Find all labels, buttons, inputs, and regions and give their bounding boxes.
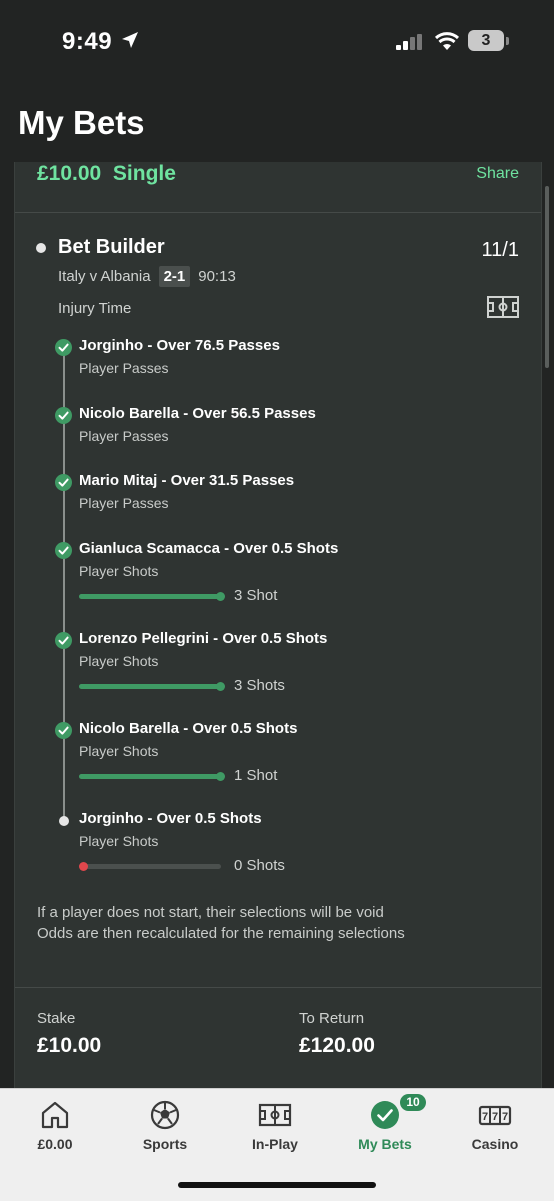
- progress-marker: [216, 772, 225, 781]
- status-bar: 9:49 3: [0, 0, 554, 80]
- bet-stake-type: £10.00 Single: [37, 162, 176, 185]
- tab-label: My Bets: [358, 1136, 412, 1152]
- status-dot-icon: [36, 243, 46, 253]
- progress-bar: [79, 682, 225, 691]
- battery-nub: [506, 37, 509, 45]
- match-clock: 90:13: [198, 268, 236, 285]
- selection-name: Jorginho - Over 0.5 Shots: [79, 810, 262, 827]
- progress-fill: [79, 774, 221, 779]
- selection-market: Player Shots: [79, 833, 159, 849]
- tab-sports[interactable]: Sports: [110, 1089, 220, 1165]
- pending-dot-icon: [59, 816, 69, 826]
- pitch-icon: [258, 1103, 292, 1127]
- tab-label: £0.00: [37, 1136, 73, 1152]
- scrollbar[interactable]: [545, 186, 549, 368]
- tab-casino[interactable]: 7 7 7 Casino: [440, 1089, 550, 1165]
- bet-card-header: £10.00 Single Share: [15, 162, 541, 213]
- check-icon: [55, 632, 72, 649]
- check-icon: [55, 407, 72, 424]
- void-note-line: Odds are then recalculated for the remai…: [37, 925, 405, 942]
- selection-name: Jorginho - Over 76.5 Passes: [79, 337, 280, 354]
- selection-market: Player Passes: [79, 428, 169, 444]
- my-bets-count-badge: 10: [400, 1094, 426, 1111]
- home-indicator[interactable]: [178, 1182, 376, 1188]
- home-icon: [41, 1101, 69, 1129]
- share-button[interactable]: Share: [476, 165, 519, 183]
- match-info[interactable]: Italy v Albania 2-1 90:13: [58, 266, 236, 287]
- match-name: Italy v Albania: [58, 268, 151, 285]
- bet-card: £10.00 Single Share Bet Builder 11/1 Ita…: [14, 162, 542, 1088]
- football-icon: [150, 1100, 180, 1130]
- selection-market: Player Passes: [79, 495, 169, 511]
- svg-text:7: 7: [502, 1111, 508, 1123]
- selection-market: Player Passes: [79, 360, 169, 376]
- return-value: £120.00: [299, 1034, 375, 1057]
- check-circle-icon: [371, 1101, 399, 1129]
- stake-value: £10.00: [37, 1034, 102, 1057]
- page-title: My Bets: [18, 104, 145, 141]
- stake-label: Stake: [37, 1010, 76, 1027]
- check-icon: [55, 339, 72, 356]
- progress-label: 3 Shot: [234, 587, 278, 604]
- pitch-icon[interactable]: [487, 296, 519, 318]
- svg-text:7: 7: [482, 1111, 488, 1123]
- progress-marker: [216, 682, 225, 691]
- tab-label: Casino: [471, 1136, 519, 1152]
- bet-summary: Stake £10.00 To Return £120.00: [15, 987, 541, 1089]
- progress-fill: [79, 594, 221, 599]
- selection-market: Player Shots: [79, 743, 159, 759]
- selection-market: Player Shots: [79, 653, 159, 669]
- svg-text:7: 7: [492, 1111, 498, 1123]
- check-icon: [55, 722, 72, 739]
- bet-odds: 11/1: [481, 239, 519, 261]
- selection-name: Gianluca Scamacca - Over 0.5 Shots: [79, 540, 339, 557]
- bet-builder-title: Bet Builder: [58, 236, 165, 258]
- tab-label: Sports: [142, 1136, 188, 1152]
- tab-home[interactable]: £0.00: [0, 1089, 110, 1165]
- match-score: 2-1: [158, 266, 191, 287]
- progress-label: 0 Shots: [234, 857, 285, 874]
- progress-fill: [79, 684, 221, 689]
- progress-bar: [79, 862, 221, 871]
- tab-in-play[interactable]: In-Play: [220, 1089, 330, 1165]
- progress-label: 3 Shots: [234, 677, 285, 694]
- selection-market: Player Shots: [79, 563, 159, 579]
- progress-label: 1 Shot: [234, 767, 278, 784]
- match-period: Injury Time: [58, 300, 132, 317]
- selection-name: Lorenzo Pellegrini - Over 0.5 Shots: [79, 630, 328, 647]
- selection-name: Nicolo Barella - Over 0.5 Shots: [79, 720, 298, 737]
- battery-icon: 3: [468, 30, 504, 51]
- location-arrow-icon: [122, 32, 138, 48]
- progress-marker: [216, 592, 225, 601]
- void-note-line: If a player does not start, their select…: [37, 904, 384, 921]
- clock-time: 9:49: [62, 28, 113, 55]
- wifi-icon: [434, 32, 460, 50]
- slot-machine-icon: 7 7 7: [478, 1105, 512, 1126]
- check-icon: [55, 474, 72, 491]
- tab-label: In-Play: [252, 1136, 298, 1152]
- progress-marker: [79, 862, 88, 871]
- cellular-signal-icon: [396, 34, 422, 50]
- check-icon: [55, 542, 72, 559]
- return-label: To Return: [299, 1010, 365, 1027]
- void-note: If a player does not start, their select…: [37, 902, 405, 944]
- selection-name: Nicolo Barella - Over 56.5 Passes: [79, 405, 316, 422]
- progress-bar: [79, 772, 225, 781]
- progress-bar: [79, 592, 225, 601]
- selection-name: Mario Mitaj - Over 31.5 Passes: [79, 472, 295, 489]
